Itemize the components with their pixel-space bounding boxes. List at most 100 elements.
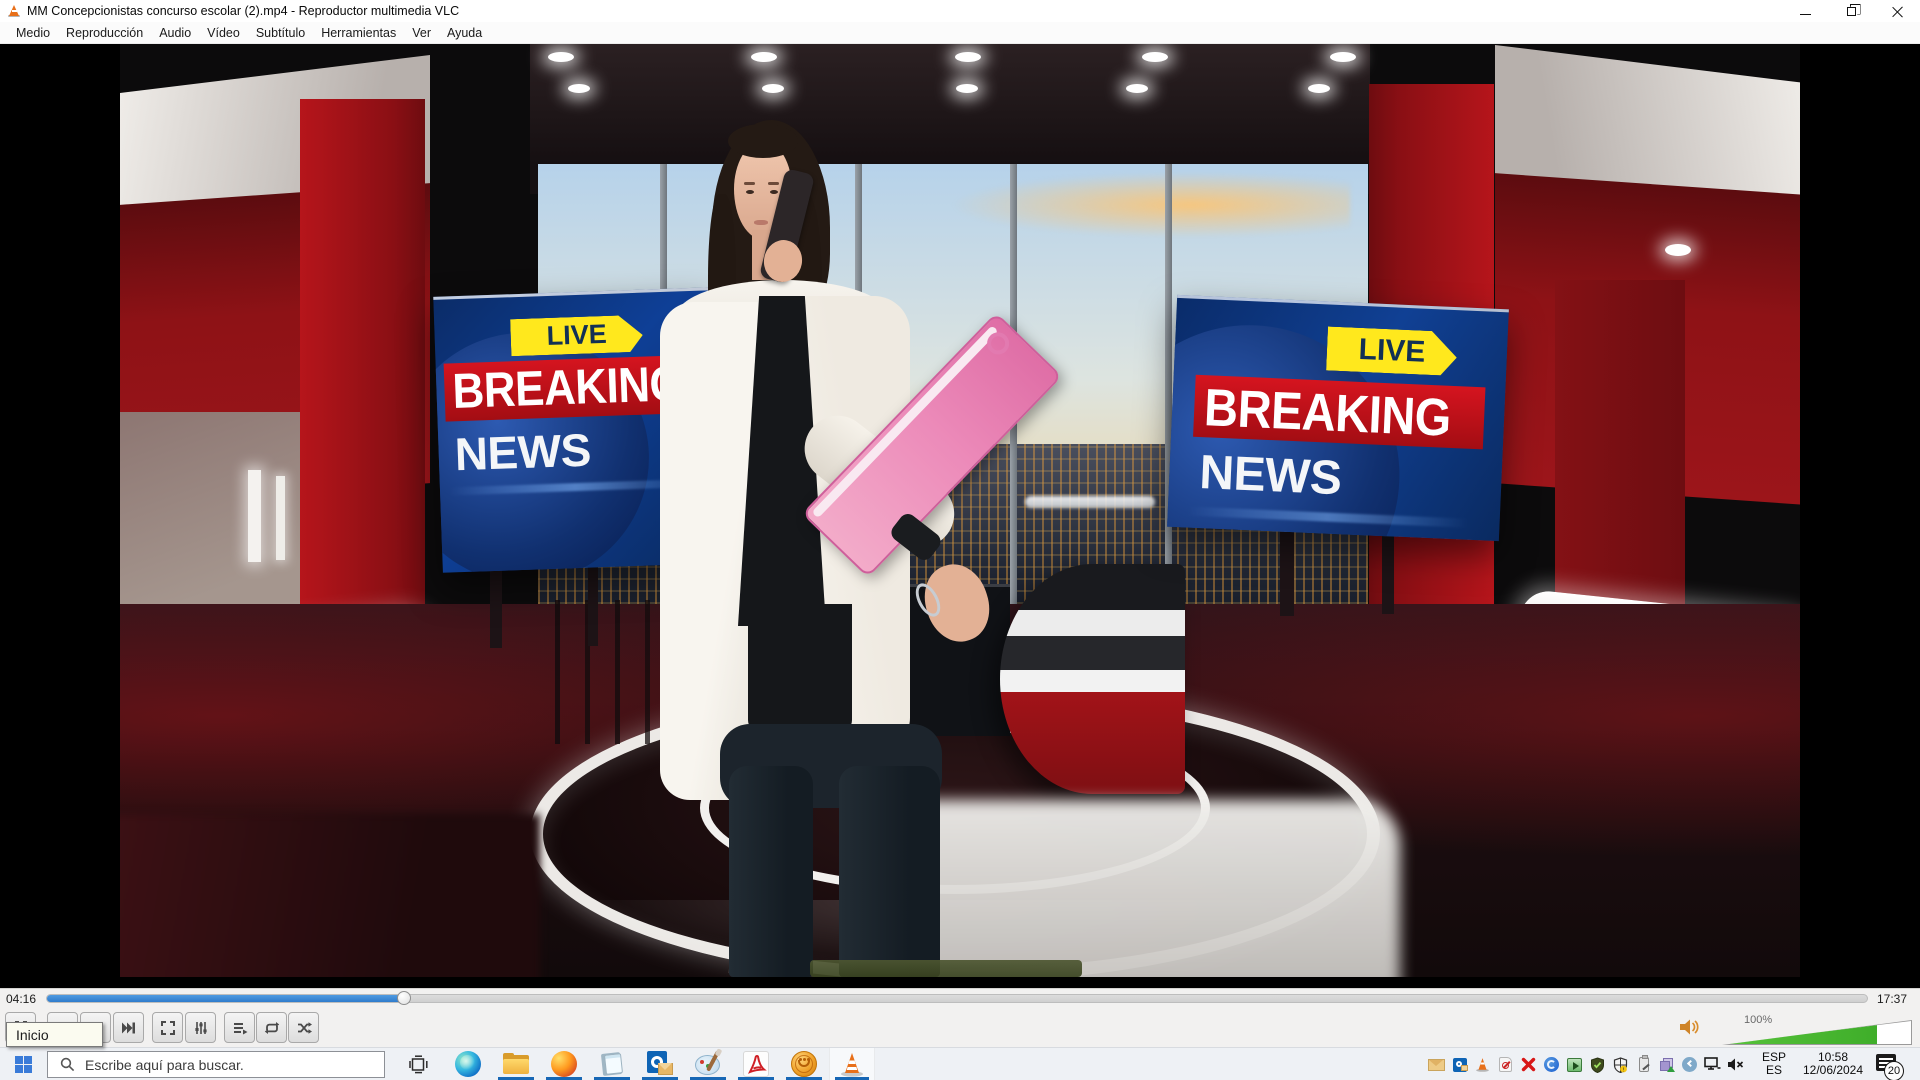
- task-view-icon: [409, 1055, 428, 1074]
- taskbar-app-paint[interactable]: [685, 1048, 731, 1080]
- presenter-eye: [770, 190, 778, 194]
- presenter-brow: [768, 182, 779, 185]
- search-input[interactable]: [83, 1056, 384, 1074]
- start-tooltip: Inicio: [6, 1022, 103, 1047]
- tray-blue-swirl-icon[interactable]: [1543, 1056, 1560, 1073]
- loop-button[interactable]: [256, 1012, 287, 1043]
- taskbar-app-acrobat[interactable]: [733, 1048, 779, 1080]
- menu-ayuda[interactable]: Ayuda: [439, 26, 490, 40]
- windows-logo-icon: [15, 1056, 23, 1064]
- taskbar-app-file-explorer[interactable]: [493, 1048, 539, 1080]
- player-controller: 04:16 17:37: [0, 988, 1920, 1047]
- next-button[interactable]: [113, 1012, 144, 1043]
- tray-muted-speaker-icon[interactable]: [1727, 1056, 1744, 1073]
- close-icon: [1892, 6, 1903, 17]
- playlist-icon: [232, 1020, 248, 1036]
- minimize-button[interactable]: [1782, 0, 1828, 22]
- next-icon: [121, 1020, 137, 1036]
- black-waist: [748, 604, 852, 734]
- taskbar-app-edge[interactable]: [445, 1048, 491, 1080]
- title-bar[interactable]: MM Concepcionistas concurso escolar (2).…: [0, 0, 1920, 22]
- trousers-left-leg: [729, 766, 813, 977]
- tray-shield-check-icon[interactable]: [1589, 1056, 1606, 1073]
- fullscreen-button[interactable]: [152, 1012, 183, 1043]
- seek-handle[interactable]: [397, 991, 411, 1005]
- extended-settings-button[interactable]: [185, 1012, 216, 1043]
- file-explorer-icon: [503, 1052, 529, 1076]
- restore-button[interactable]: [1828, 0, 1874, 22]
- tray-purple-windows-icon[interactable]: [1658, 1056, 1675, 1073]
- tray-vlc-icon[interactable]: [1474, 1056, 1491, 1073]
- presenter: [120, 44, 1800, 977]
- close-button[interactable]: [1874, 0, 1920, 22]
- menu-herramientas[interactable]: Herramientas: [313, 26, 404, 40]
- clock[interactable]: 10:58 12/06/2024: [1798, 1051, 1868, 1077]
- vlc-app-icon: [7, 4, 21, 18]
- volume-percent-label: 100%: [1744, 1014, 1772, 1026]
- vlc-icon: [839, 1051, 865, 1077]
- search-box[interactable]: [47, 1051, 385, 1078]
- presenter-hair-top: [728, 124, 798, 158]
- language-line2: ES: [1752, 1064, 1796, 1077]
- menu-ver[interactable]: Ver: [404, 26, 439, 40]
- video-surface[interactable]: LIVE BREAKING NEWS LIVE BREAKING NEWS: [120, 44, 1800, 977]
- task-view-button[interactable]: [395, 1048, 441, 1080]
- taskbar-app-notepad[interactable]: [589, 1048, 635, 1080]
- menu-video[interactable]: Vídeo: [199, 26, 248, 40]
- seek-bar[interactable]: [46, 994, 1868, 1003]
- tray-sim-blocked-icon[interactable]: [1497, 1056, 1514, 1073]
- presenter-eye: [746, 190, 754, 194]
- video-area: LIVE BREAKING NEWS LIVE BREAKING NEWS: [0, 44, 1920, 988]
- tray-defender-shield-icon[interactable]: !: [1612, 1056, 1629, 1073]
- elapsed-time: 04:16: [6, 992, 36, 1006]
- seek-fill: [47, 995, 404, 1002]
- shuffle-button[interactable]: [288, 1012, 319, 1043]
- speaker-icon[interactable]: [1678, 1017, 1700, 1037]
- taskbar-app-firefox[interactable]: [541, 1048, 587, 1080]
- tray-green-media-icon[interactable]: [1566, 1056, 1583, 1073]
- menu-medio[interactable]: Medio: [8, 26, 58, 40]
- notification-count: 20: [1888, 1065, 1900, 1077]
- paint-icon: [695, 1051, 722, 1077]
- tray-outlook-icon[interactable]: [1451, 1056, 1468, 1073]
- tray-blue-chat-icon[interactable]: [1681, 1056, 1698, 1073]
- taskbar-app-vlc[interactable]: [829, 1048, 875, 1080]
- fullscreen-icon: [160, 1020, 176, 1036]
- trousers-right-leg: [839, 766, 940, 977]
- menu-bar: Medio Reproducción Audio Vídeo Subtítulo…: [0, 22, 1920, 44]
- outlook-icon: [647, 1051, 673, 1077]
- presenter-mouth: [754, 220, 768, 225]
- tray-usb-icon[interactable]: [1635, 1056, 1652, 1073]
- edge-icon: [455, 1051, 481, 1077]
- tray-mail-icon[interactable]: [1428, 1056, 1445, 1073]
- firefox-icon: [551, 1051, 577, 1077]
- loop-icon: [264, 1020, 280, 1036]
- vlc-window: MM Concepcionistas concurso escolar (2).…: [0, 0, 1920, 1080]
- notification-badge[interactable]: 20: [1884, 1061, 1904, 1080]
- total-time: 17:37: [1877, 992, 1907, 1006]
- orange-badge-icon: [791, 1051, 817, 1077]
- start-tooltip-label: Inicio: [16, 1027, 49, 1043]
- menu-subtitulo[interactable]: Subtítulo: [248, 26, 313, 40]
- language-indicator[interactable]: ESP ES: [1752, 1051, 1796, 1077]
- tray-error-x-icon[interactable]: [1520, 1056, 1537, 1073]
- taskbar-app-orange-badge[interactable]: [781, 1048, 827, 1080]
- search-icon: [60, 1057, 75, 1072]
- extended-settings-icon: [193, 1020, 209, 1036]
- start-button[interactable]: [15, 1056, 32, 1073]
- restore-icon: [1847, 7, 1856, 16]
- tray-network-icon[interactable]: [1704, 1056, 1721, 1073]
- acrobat-icon: [743, 1051, 769, 1077]
- taskbar: ! ESP ES 10:58 12/06/2024 20: [0, 1047, 1920, 1080]
- clock-date: 12/06/2024: [1798, 1064, 1868, 1077]
- window-title: MM Concepcionistas concurso escolar (2).…: [27, 4, 459, 18]
- menu-reproduccion[interactable]: Reproducción: [58, 26, 151, 40]
- presenter-brow: [744, 182, 755, 185]
- shuffle-icon: [296, 1020, 312, 1036]
- minimize-icon: [1800, 14, 1811, 15]
- playlist-button[interactable]: [224, 1012, 255, 1043]
- taskbar-app-outlook[interactable]: [637, 1048, 683, 1080]
- green-chroma-base: [810, 960, 1082, 977]
- menu-audio[interactable]: Audio: [151, 26, 199, 40]
- notepad-icon: [600, 1051, 624, 1077]
